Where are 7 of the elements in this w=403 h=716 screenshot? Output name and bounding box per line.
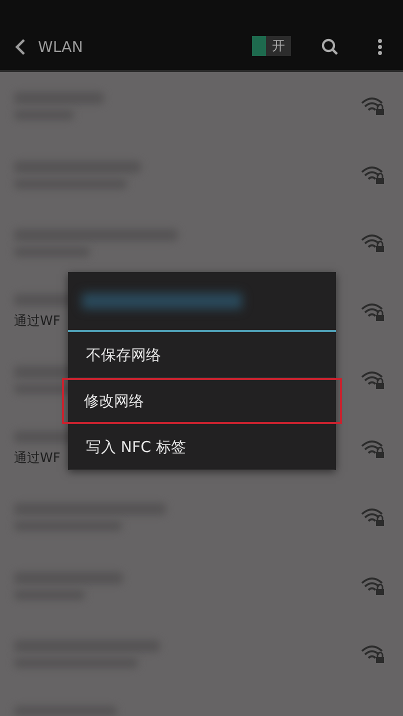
- menu-item[interactable]: 不保存网络: [68, 332, 336, 378]
- network-status: 通过WF: [14, 312, 62, 330]
- wlan-switch[interactable]: 开: [252, 36, 291, 56]
- menu-item[interactable]: 修改网络: [62, 378, 342, 424]
- screen-title: WLAN: [38, 38, 84, 56]
- network-status: 通过WF: [14, 450, 62, 467]
- menu-item[interactable]: 写入 NFC 标签: [68, 424, 336, 470]
